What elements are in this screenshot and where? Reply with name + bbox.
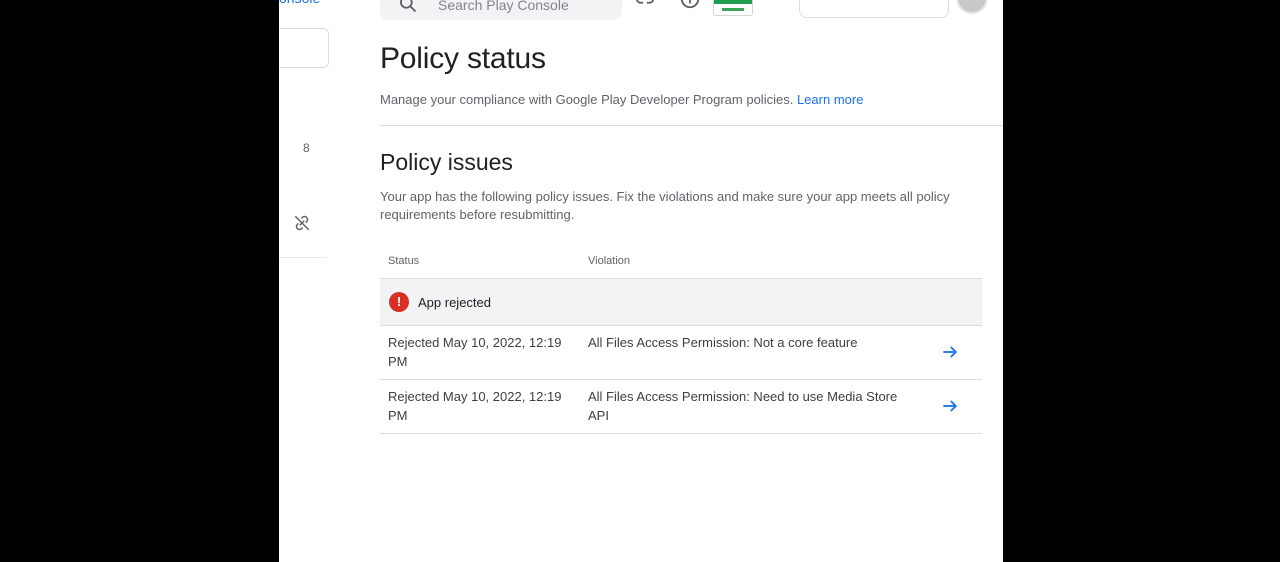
page-title: Policy status — [380, 42, 546, 75]
table-row[interactable]: Rejected May 10, 2022, 12:19 PM All File… — [380, 380, 982, 434]
app-selector[interactable] — [279, 28, 329, 68]
search-icon — [398, 0, 418, 14]
search-input[interactable]: Search Play Console — [438, 0, 569, 13]
row-violation: All Files Access Permission: Need to use… — [588, 389, 898, 423]
nav-badge-count: 8 — [303, 141, 310, 155]
nav-divider — [279, 257, 327, 258]
link-icon[interactable] — [634, 0, 656, 10]
search-bar[interactable]: Search Play Console — [380, 0, 622, 20]
info-icon[interactable] — [679, 0, 701, 10]
brand-text[interactable]: onsole — [279, 0, 320, 6]
avatar[interactable] — [956, 0, 988, 14]
section-description: Your app has the following policy issues… — [380, 189, 950, 222]
page-description-text: Manage your compliance with Google Play … — [380, 92, 794, 107]
section-title: Policy issues — [380, 149, 513, 175]
error-icon: ! — [389, 292, 409, 312]
arrow-right-icon[interactable] — [940, 342, 960, 362]
policy-issues-table: Status Violation ! App rejected Rejected… — [380, 245, 982, 434]
table-row[interactable]: Rejected May 10, 2022, 12:19 PM All File… — [380, 326, 982, 380]
row-status: Rejected May 10, 2022, 12:19 PM — [388, 389, 562, 423]
arrow-right-icon[interactable] — [940, 396, 960, 416]
group-label: App rejected — [418, 295, 491, 310]
column-header-violation: Violation — [588, 255, 630, 267]
table-header: Status Violation — [380, 245, 982, 278]
account-selector[interactable] — [799, 0, 949, 18]
row-status: Rejected May 10, 2022, 12:19 PM — [388, 335, 562, 369]
learn-more-link[interactable]: Learn more — [797, 92, 863, 107]
row-violation: All Files Access Permission: Not a core … — [588, 335, 858, 350]
sidebar: onsole 8 — [279, 0, 329, 562]
page-description: Manage your compliance with Google Play … — [380, 92, 863, 107]
link-off-icon[interactable] — [293, 214, 311, 232]
app-icon[interactable] — [713, 0, 753, 16]
play-console-window: onsole 8 Search Play Console Policy sta — [279, 0, 1003, 562]
section-divider — [380, 125, 1003, 126]
column-header-status: Status — [388, 255, 420, 267]
group-row-app-rejected: ! App rejected — [380, 278, 982, 326]
